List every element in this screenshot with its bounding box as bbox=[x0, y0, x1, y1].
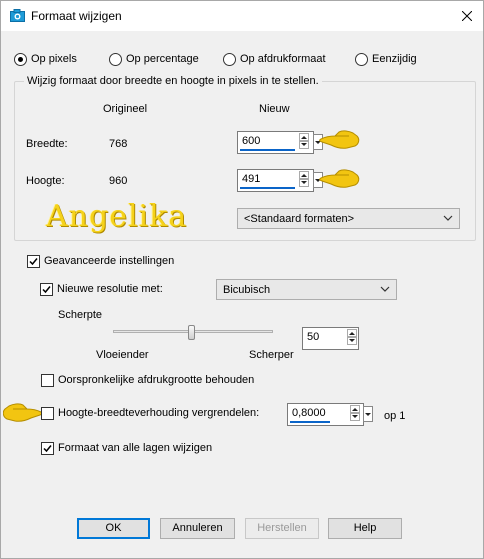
spin-down-icon[interactable] bbox=[350, 413, 360, 421]
sharpness-min-label: Vloeiender bbox=[96, 349, 149, 361]
new-resolution-label[interactable]: Nieuwe resolutie met: bbox=[57, 283, 163, 295]
column-new-header: Nieuw bbox=[259, 103, 290, 115]
sharpness-slider-thumb[interactable] bbox=[188, 325, 195, 340]
radio-op-afdrukformaat-label[interactable]: Op afdrukformaat bbox=[240, 53, 326, 65]
height-new-value: 491 bbox=[242, 173, 261, 185]
aspect-ratio-suffix: op 1 bbox=[384, 410, 406, 422]
width-new-value: 600 bbox=[242, 135, 261, 147]
resize-dialog: Formaat wijzigen Op pixels Op percentage… bbox=[0, 0, 484, 559]
spin-down-icon[interactable] bbox=[299, 141, 309, 149]
help-button[interactable]: Help bbox=[328, 518, 402, 539]
spin-down-icon[interactable] bbox=[347, 337, 357, 345]
column-original-header: Origineel bbox=[103, 103, 148, 115]
preset-size-value: <Standaard formaten> bbox=[244, 213, 355, 225]
checkmark-icon bbox=[42, 286, 51, 294]
pointing-hand-icon bbox=[319, 130, 360, 149]
radio-op-percentage-label[interactable]: Op percentage bbox=[126, 53, 199, 65]
spin-up-icon[interactable] bbox=[299, 171, 309, 179]
width-original-value: 768 bbox=[109, 138, 128, 150]
radio-op-pixels-label[interactable]: Op pixels bbox=[31, 53, 77, 65]
width-new-input[interactable]: 600 bbox=[237, 131, 314, 154]
window-title: Formaat wijzigen bbox=[31, 9, 122, 23]
new-resolution-checkbox[interactable] bbox=[40, 283, 53, 296]
app-icon bbox=[10, 9, 25, 22]
keep-print-size-checkbox[interactable] bbox=[41, 374, 54, 387]
height-new-input[interactable]: 491 bbox=[237, 169, 314, 192]
radio-op-percentage[interactable] bbox=[109, 53, 122, 66]
close-button[interactable] bbox=[452, 2, 482, 30]
lock-aspect-label[interactable]: Hoogte-breedteverhouding vergrendelen: bbox=[58, 407, 259, 419]
keep-print-size-label[interactable]: Oorspronkelijke afdrukgrootte behouden bbox=[58, 374, 254, 386]
chevron-down-icon bbox=[443, 215, 453, 221]
spin-up-icon[interactable] bbox=[299, 133, 309, 141]
checkmark-icon bbox=[29, 258, 38, 266]
spin-up-icon[interactable] bbox=[350, 405, 360, 413]
preset-size-select[interactable]: <Standaard formaten> bbox=[237, 208, 460, 229]
spin-up-icon[interactable] bbox=[347, 329, 357, 337]
radio-eenzijdig-label[interactable]: Eenzijdig bbox=[372, 53, 417, 65]
ok-button[interactable]: OK bbox=[77, 518, 150, 539]
aspect-ratio-dropdown[interactable] bbox=[363, 406, 373, 422]
lock-aspect-checkbox[interactable] bbox=[41, 407, 54, 420]
sharpness-label: Scherpte bbox=[58, 309, 103, 321]
width-label: Breedte: bbox=[26, 138, 68, 150]
aspect-ratio-input[interactable]: 0,8000 bbox=[287, 403, 364, 426]
sharpness-spinner[interactable] bbox=[347, 329, 357, 345]
spin-down-icon[interactable] bbox=[299, 179, 309, 187]
resize-all-layers-label[interactable]: Formaat van alle lagen wijzigen bbox=[58, 442, 212, 454]
pixel-group-title: Wijzig formaat door breedte en hoogte in… bbox=[24, 75, 322, 87]
radio-op-afdrukformaat[interactable] bbox=[223, 53, 236, 66]
chevron-down-icon bbox=[380, 286, 390, 292]
height-label: Hoogte: bbox=[26, 175, 65, 187]
aspect-ratio-spinner[interactable] bbox=[350, 405, 360, 421]
reset-button[interactable]: Herstellen bbox=[245, 518, 319, 539]
watermark: Angelika bbox=[46, 199, 188, 234]
sharpness-value: 50 bbox=[307, 331, 320, 343]
title-bar: Formaat wijzigen bbox=[1, 1, 483, 31]
resize-all-layers-checkbox[interactable] bbox=[41, 442, 54, 455]
resample-method-value: Bicubisch bbox=[223, 284, 271, 296]
width-spinner[interactable] bbox=[299, 133, 309, 149]
pointing-hand-icon bbox=[3, 403, 43, 422]
height-spinner[interactable] bbox=[299, 171, 309, 187]
aspect-ratio-value: 0,8000 bbox=[292, 407, 326, 419]
radio-op-pixels[interactable] bbox=[14, 53, 27, 66]
sharpness-max-label: Scherper bbox=[249, 349, 294, 361]
checkmark-icon bbox=[43, 445, 52, 453]
advanced-settings-label[interactable]: Geavanceerde instellingen bbox=[44, 255, 174, 267]
height-original-value: 960 bbox=[109, 175, 128, 187]
resample-method-select[interactable]: Bicubisch bbox=[216, 279, 397, 300]
pointing-hand-icon bbox=[319, 169, 360, 188]
radio-eenzijdig[interactable] bbox=[355, 53, 368, 66]
cancel-button[interactable]: Annuleren bbox=[160, 518, 235, 539]
sharpness-input[interactable]: 50 bbox=[302, 327, 359, 350]
close-icon bbox=[462, 11, 472, 21]
advanced-settings-checkbox[interactable] bbox=[27, 255, 40, 268]
